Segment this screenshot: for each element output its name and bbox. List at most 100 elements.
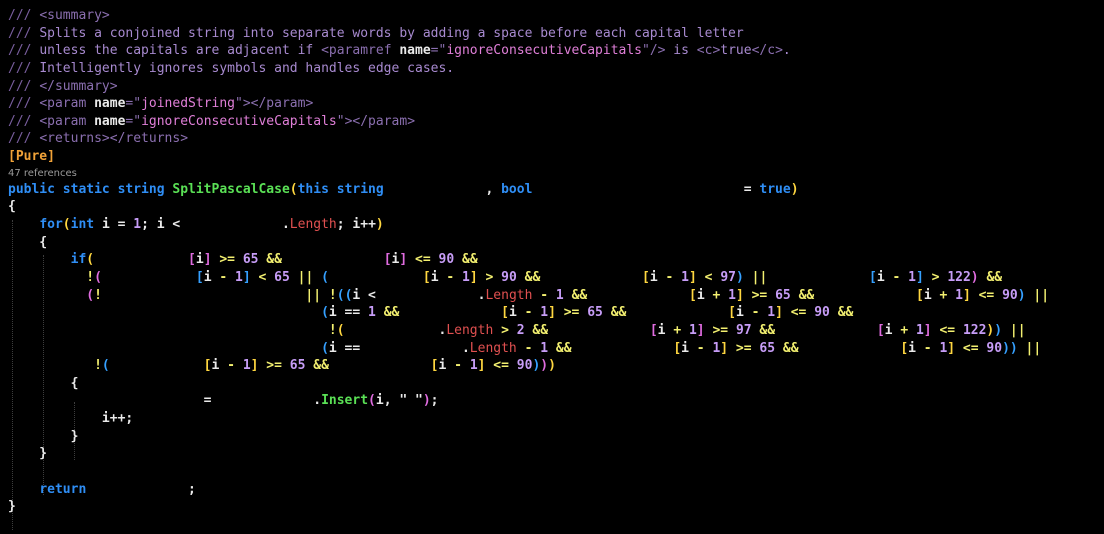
code-token: ignoreConsecutiveCapitals — [446, 43, 642, 59]
code-token: ; i < — [141, 217, 189, 233]
highlighted-reference: joinedString — [579, 340, 674, 356]
code-token: ) — [540, 358, 549, 374]
code-token: && — [548, 340, 580, 356]
code-token: && — [790, 287, 823, 303]
code-token: && — [375, 305, 408, 321]
code-token: ; — [430, 393, 439, 409]
codelens-references[interactable]: 47 references — [0, 166, 1104, 181]
code-token: <returns></returns> — [39, 131, 189, 147]
code-token: && — [978, 269, 1003, 285]
highlighted-reference: joinedString — [94, 481, 189, 497]
code-token: if — [70, 252, 87, 268]
code-token: int — [70, 217, 102, 233]
code-token: /// — [8, 43, 40, 59]
code-token: i — [203, 269, 220, 285]
code-editor[interactable]: /// <summary>/// Splits a conjoined stri… — [0, 7, 1104, 530]
code-token: Length — [446, 322, 494, 338]
code-token: ( — [368, 393, 376, 409]
code-lines: /// <summary>/// Splits a conjoined stri… — [0, 7, 1104, 516]
code-token: && — [751, 322, 783, 338]
code-token: 1 — [242, 358, 251, 374]
code-line: } — [0, 445, 1104, 463]
code-token: [ — [688, 287, 697, 303]
code-token: true — [720, 43, 752, 59]
code-line: return joinedString; — [0, 481, 1104, 499]
code-token: + — [939, 287, 956, 303]
code-line: /// <returns></returns> — [0, 130, 1104, 148]
code-token: [ — [642, 269, 650, 285]
code-token: >= — [743, 287, 776, 303]
code-token: ( — [289, 181, 298, 197]
code-token: i — [908, 340, 924, 356]
code-token: - — [923, 340, 940, 356]
code-token: 1 — [955, 287, 963, 303]
code-line: /// Intelligently ignores symbols and ha… — [0, 60, 1104, 78]
code-token: =" — [125, 96, 142, 112]
code-token: [ — [869, 269, 877, 285]
code-token: , — [485, 181, 502, 197]
code-line: } — [0, 428, 1104, 446]
code-token: 65 — [587, 305, 603, 321]
code-token: < — [696, 269, 721, 285]
code-token: > — [923, 269, 948, 285]
code-token: ( — [321, 269, 329, 285]
code-line: /// <param name="ignoreConsecutiveCapita… — [0, 113, 1104, 131]
code-token: i = — [101, 217, 134, 233]
code-token: ) — [422, 393, 431, 409]
code-token: "></param> — [336, 113, 416, 129]
code-token: i, — [375, 393, 400, 409]
code-token: /// — [8, 25, 40, 41]
code-token: i == — [328, 340, 369, 356]
code-token: i — [508, 305, 525, 321]
code-line: (!ignoreConsecutiveCapitals || !((i < jo… — [0, 287, 1104, 305]
code-token: 97 — [720, 269, 736, 285]
code-token: ( — [94, 269, 102, 285]
code-token: 1 — [555, 287, 564, 303]
code-token: ( — [62, 217, 71, 233]
highlighted-reference: joinedString — [328, 269, 423, 285]
code-token: ) — [735, 269, 744, 285]
code-token: i — [657, 322, 674, 338]
code-token: i — [923, 287, 940, 303]
code-token: && — [258, 252, 290, 268]
highlighted-reference: joinedString — [634, 305, 729, 321]
code-token: i — [876, 269, 893, 285]
code-line: public static string SplitPascalCase(thi… — [0, 181, 1104, 199]
code-token: < — [250, 269, 275, 285]
code-line: { — [0, 375, 1104, 393]
code-token: ( — [101, 358, 110, 374]
code-token: || — [297, 287, 329, 303]
code-line: !(joinedString.Length > 2 && joinedStrin… — [0, 322, 1104, 340]
highlighted-reference: joinedString — [391, 181, 486, 197]
code-token: =" — [430, 43, 447, 59]
code-token: ) — [1017, 287, 1026, 303]
code-token: <c> — [696, 43, 721, 59]
code-token: 122 — [947, 269, 971, 285]
code-token: <= — [485, 358, 517, 374]
code-token: ] — [696, 322, 705, 338]
code-token: && — [775, 340, 807, 356]
code-token: <= — [782, 305, 815, 321]
code-token: " " — [399, 393, 423, 409]
code-token: - — [524, 305, 541, 321]
code-token: i — [211, 358, 228, 374]
code-token: [ — [876, 322, 885, 338]
highlighted-reference: joinedString — [822, 287, 916, 303]
code-token: ; i++ — [336, 217, 376, 233]
code-token: Intelligently ignores symbols and handle… — [39, 60, 455, 76]
code-token: <param — [39, 113, 95, 129]
code-token: 90 — [814, 305, 830, 321]
highlighted-reference: joinedString — [782, 322, 877, 338]
code-token: + — [900, 322, 916, 338]
code-token: 1 — [133, 217, 142, 233]
code-token: . — [313, 393, 322, 409]
code-line: } — [0, 498, 1104, 516]
code-token: || — [289, 269, 322, 285]
code-token: 1 — [235, 269, 243, 285]
highlighted-reference: joinedString — [407, 305, 502, 321]
code-token: 1 — [368, 305, 376, 321]
code-token: - — [751, 305, 768, 321]
code-token: 90 — [516, 358, 533, 374]
code-token: ) — [548, 358, 556, 374]
